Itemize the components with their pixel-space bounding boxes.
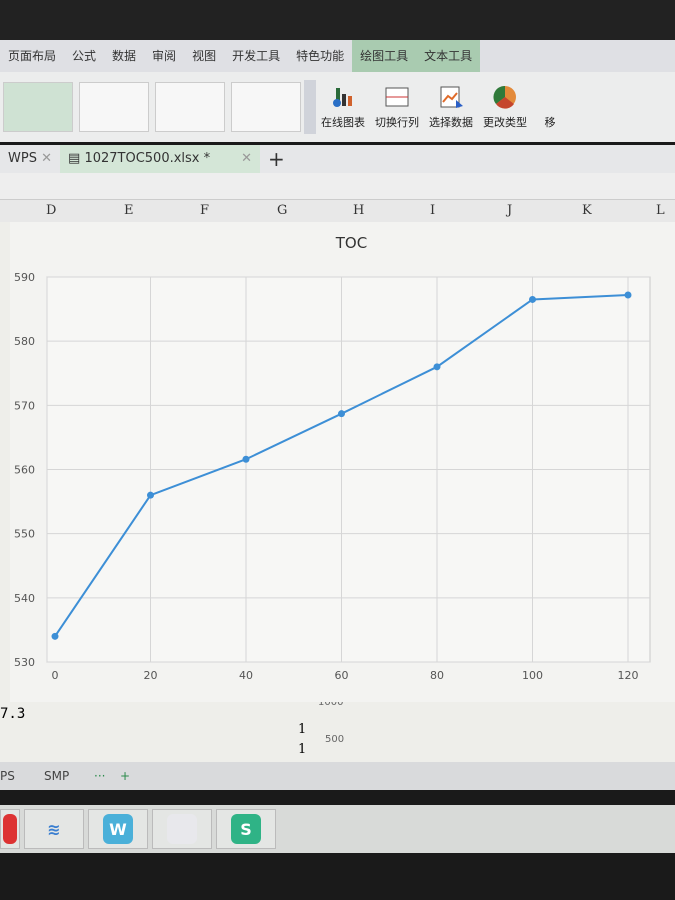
ribbon: 在线图表 切换行列 选择数据 更改类型 移 (0, 72, 675, 142)
column-header[interactable]: H (353, 203, 364, 218)
data-point (433, 363, 441, 371)
chart-svg: 530 540 550 560 570 580 590 0 20 40 60 80 100 120 TOC (14, 234, 651, 682)
menu-tab[interactable]: 特色功能 (288, 40, 352, 72)
y-tick-label: 540 (14, 592, 35, 605)
x-tick-label: 20 (144, 669, 158, 682)
select-data-button[interactable]: 选择数据 (429, 84, 473, 130)
menu-tab[interactable]: 审阅 (144, 40, 184, 72)
spreadsheet-file-icon: ▤ (68, 151, 81, 166)
column-header[interactable]: J (507, 203, 512, 218)
taskbar-wps-writer[interactable]: W (88, 809, 148, 849)
tab-wps[interactable]: WPS ✕ (0, 145, 60, 173)
menu-tab[interactable]: 公式 (64, 40, 104, 72)
tab-wps-label: WPS (8, 151, 37, 166)
x-tick-label: 120 (618, 669, 639, 682)
move-chart-button[interactable]: 移 (537, 84, 563, 130)
new-tab-button[interactable]: + (260, 145, 293, 173)
change-type-label: 更改类型 (483, 116, 527, 129)
y-tick-label: 550 (14, 528, 35, 541)
tab-file[interactable]: ▤ 1027TOC500.xlsx * ✕ (60, 145, 260, 173)
x-tick-label: 80 (430, 669, 444, 682)
taskbar-app[interactable]: ≋ (24, 809, 84, 849)
switch-rowcol-label: 切换行列 (375, 116, 419, 129)
chart[interactable]: 530 540 550 560 570 580 590 0 20 40 60 80 100 120 TOC (10, 222, 675, 702)
y-tick-label: 570 (14, 399, 35, 412)
column-header[interactable]: L (656, 203, 665, 218)
data-point (624, 291, 632, 299)
column-header[interactable]: I (430, 203, 435, 218)
sheet-tab[interactable]: PS (0, 769, 15, 783)
menu-bar: 页面布局 公式 数据 审阅 视图 开发工具 特色功能 绘图工具 文本工具 (0, 40, 675, 72)
menu-tab[interactable]: 数据 (104, 40, 144, 72)
data-point (51, 632, 59, 640)
chart-style-4[interactable] (231, 82, 301, 132)
chart2-tick: 500 (325, 734, 345, 745)
taskbar: ≋ W S (0, 805, 675, 853)
data-point (242, 455, 250, 463)
chart-title: TOC (335, 234, 367, 252)
online-chart-button[interactable]: 在线图表 (321, 84, 365, 130)
switch-icon (385, 87, 409, 107)
data-point (147, 491, 154, 499)
move-chart-label: 移 (544, 116, 556, 129)
screen-bezel (0, 0, 675, 40)
x-tick-label: 100 (522, 669, 543, 682)
x-tick-label: 60 (335, 669, 349, 682)
select-data-icon (440, 86, 463, 108)
cell-value[interactable]: 1 (298, 742, 306, 757)
column-header[interactable]: G (277, 203, 287, 218)
data-point (338, 410, 345, 418)
network-icon: ≋ (47, 819, 61, 839)
document-tabs: WPS ✕ ▤ 1027TOC500.xlsx * ✕ + (0, 145, 675, 173)
y-tick-label: 560 (14, 464, 35, 477)
bar-chart-icon (333, 88, 352, 107)
x-tick-label: 40 (239, 669, 253, 682)
cell-value[interactable]: 7.3 (0, 706, 25, 722)
sheet-tab[interactable]: SMP (44, 769, 69, 783)
x-tick-label: 0 (52, 669, 59, 682)
taskbar-wps-sheets[interactable]: S (216, 809, 276, 849)
cell-value[interactable]: 1 (298, 722, 306, 737)
column-header[interactable]: E (124, 203, 134, 218)
online-chart-label: 在线图表 (321, 116, 365, 129)
taskbar-app[interactable] (0, 809, 20, 849)
close-icon[interactable]: ✕ (41, 151, 52, 166)
pie-chart-icon (493, 85, 516, 109)
select-data-label: 选择数据 (429, 116, 473, 129)
close-icon[interactable]: ✕ (241, 145, 252, 173)
switch-rowcol-button[interactable]: 切换行列 (375, 84, 419, 130)
menu-tab[interactable]: 开发工具 (224, 40, 288, 72)
app-icon (3, 814, 17, 844)
chart-style-2[interactable] (79, 82, 149, 132)
y-tick-label: 580 (14, 335, 35, 348)
y-tick-label: 590 (14, 271, 35, 284)
column-header[interactable]: F (200, 203, 209, 218)
app-icon (167, 814, 197, 844)
change-type-button[interactable]: 更改类型 (483, 84, 527, 130)
sheet-tab[interactable]: + (120, 769, 130, 783)
taskbar-app[interactable] (152, 809, 212, 849)
sheet-tab[interactable]: ··· (94, 769, 105, 783)
column-header[interactable]: D (46, 203, 56, 218)
wps-writer-icon: W (103, 814, 133, 844)
style-scrollbar[interactable] (304, 80, 316, 134)
menu-tab[interactable]: 视图 (184, 40, 224, 72)
chart-style-1[interactable] (3, 82, 73, 132)
column-headers: D E F G H I J K L (0, 200, 675, 222)
menu-tab[interactable]: 文本工具 (416, 40, 481, 72)
formula-bar[interactable] (0, 173, 675, 200)
wps-sheets-icon: S (231, 814, 261, 844)
sheet-tabs: PS SMP ··· + (0, 762, 675, 790)
chart-style-3[interactable] (155, 82, 225, 132)
tab-file-label: 1027TOC500.xlsx * (84, 151, 211, 166)
data-point (529, 295, 536, 303)
menu-tab[interactable]: 页面布局 (0, 40, 64, 72)
menu-tab[interactable]: 绘图工具 (352, 40, 417, 72)
column-header[interactable]: K (582, 203, 592, 218)
y-tick-label: 530 (14, 656, 35, 669)
